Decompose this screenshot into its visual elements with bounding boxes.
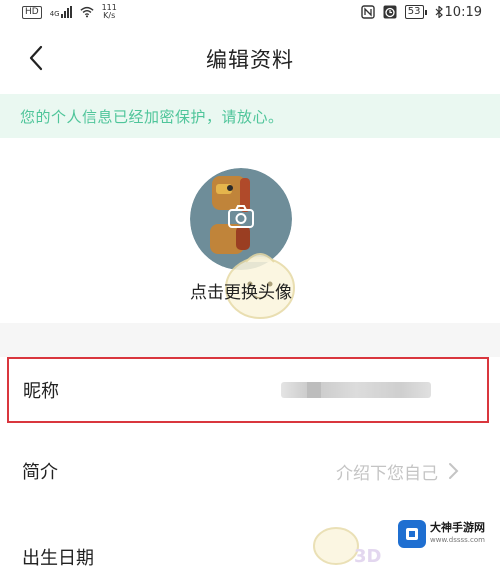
privacy-notice: 您的个人信息已经加密保护，请放心。: [0, 94, 500, 138]
svg-text:3D: 3D: [354, 546, 381, 567]
header-bar: 编辑资料: [0, 24, 500, 94]
nickname-row[interactable]: 昵称: [7, 357, 489, 423]
signal-icon: 4G: [50, 6, 72, 18]
nickname-label: 昵称: [23, 381, 59, 402]
chevron-right-icon: [449, 463, 459, 479]
brand-logo-icon: [398, 520, 426, 548]
intro-label: 简介: [22, 462, 58, 483]
status-right: 53 10:19: [361, 5, 482, 20]
hd-badge-icon: HD: [22, 5, 42, 19]
intro-row[interactable]: 简介 介绍下您自己: [0, 438, 500, 504]
avatar-section: 点击更换头像: [0, 138, 500, 323]
status-time: 10:19: [444, 4, 482, 20]
back-button[interactable]: [16, 38, 56, 78]
brand-url: www.dssss.com: [430, 536, 485, 544]
bluetooth-icon: [435, 6, 443, 18]
watermark-brand: 大神手游网 www.dssss.com: [398, 516, 494, 552]
privacy-notice-text: 您的个人信息已经加密保护，请放心。: [20, 107, 284, 126]
intro-placeholder: 介绍下您自己: [336, 463, 438, 484]
brand-name: 大神手游网: [430, 521, 485, 534]
section-divider: [0, 323, 500, 357]
page-title: 编辑资料: [206, 48, 294, 72]
nfc-icon: [361, 5, 375, 19]
status-left: HD 4G 111 K/s: [22, 4, 117, 20]
birthday-label: 出生日期: [22, 548, 94, 568]
battery-icon: 53: [404, 5, 427, 19]
chevron-left-icon: [29, 45, 43, 71]
clock: 10:19: [435, 5, 482, 20]
camera-icon: [228, 205, 254, 228]
status-bar: HD 4G 111 K/s 53 10:19: [0, 0, 500, 24]
nickname-value-blurred: [281, 382, 431, 398]
change-avatar-label[interactable]: 点击更换头像: [0, 278, 482, 303]
alarm-icon: [383, 5, 397, 19]
network-speed: 111 K/s: [101, 3, 117, 20]
wifi-icon: [80, 6, 94, 18]
